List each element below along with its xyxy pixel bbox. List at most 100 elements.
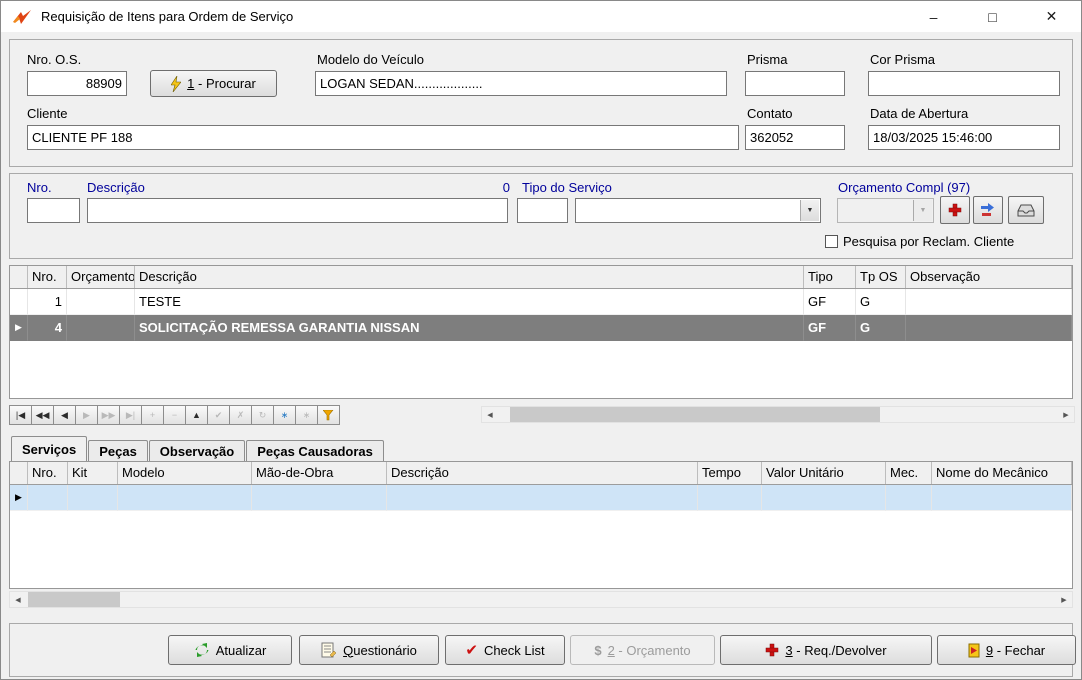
refresh-icon	[195, 643, 209, 657]
items-grid-hscrollbar[interactable]: ◀ ▶	[481, 406, 1075, 423]
nav-post-button[interactable]: ✔	[207, 405, 230, 425]
column-header-tempo: Tempo	[698, 462, 762, 484]
req-devolver-button[interactable]: 3 - Req./Devolver	[720, 635, 932, 665]
column-header-tipo: Tipo	[804, 266, 856, 288]
column-header-observacao: Observação	[906, 266, 1072, 288]
nav-bookmark-set-button[interactable]: ∗	[273, 405, 296, 425]
table-row[interactable]: ▶	[10, 485, 1072, 511]
contato-input[interactable]	[745, 125, 845, 150]
scroll-right-icon[interactable]: ▶	[1056, 592, 1072, 607]
pesquisa-reclam-checkbox[interactable]: Pesquisa por Reclam. Cliente	[825, 234, 1014, 249]
cell-tpos: G	[856, 289, 906, 315]
tab-observacao[interactable]: Observação	[148, 440, 246, 461]
orcamento-button[interactable]: $ 2 - Orçamento	[570, 635, 715, 665]
items-grid-header: Nro. Orçamento Descrição Tipo Tp OS Obse…	[10, 266, 1072, 289]
nav-insert-button[interactable]: +	[141, 405, 164, 425]
column-header-mec: Mec.	[886, 462, 932, 484]
column-header-kit: Kit	[68, 462, 118, 484]
nav-delete-button[interactable]: −	[163, 405, 186, 425]
prisma-input[interactable]	[745, 71, 845, 96]
item-descricao-label: Descrição	[87, 180, 145, 195]
red-cross-icon	[948, 203, 962, 217]
title-bar: Requisição de Itens para Ordem de Serviç…	[1, 1, 1081, 32]
footer-panel: Atualizar Questionário ✔ Check List $ 2 …	[9, 623, 1076, 677]
scrollbar-thumb[interactable]	[510, 407, 880, 422]
fechar-button[interactable]: 9 - Fechar	[937, 635, 1076, 665]
orcamento-compl-select[interactable]: ▼	[837, 198, 934, 223]
minimize-button[interactable]: –	[904, 1, 963, 32]
tab-pecas[interactable]: Peças	[88, 440, 148, 461]
services-grid-hscrollbar[interactable]: ◀ ▶	[9, 591, 1073, 608]
exit-icon	[968, 643, 980, 657]
tipo-servico-code-input[interactable]	[517, 198, 568, 223]
scrollbar-track[interactable]	[26, 592, 1056, 607]
modelo-input[interactable]	[315, 71, 727, 96]
inbox-icon	[1017, 204, 1035, 216]
os-number-input[interactable]	[27, 71, 127, 96]
tipo-servico-select[interactable]: ▼	[575, 198, 821, 223]
add-button[interactable]	[940, 196, 970, 224]
filter-icon	[323, 409, 334, 420]
scroll-left-icon[interactable]: ◀	[10, 592, 26, 607]
nav-prior-page-button[interactable]: ◀◀	[31, 405, 54, 425]
table-row[interactable]: 1 TESTE GF G	[10, 289, 1072, 315]
check-icon: ✔	[465, 642, 478, 659]
atualizar-button[interactable]: Atualizar	[168, 635, 292, 665]
tab-pecas-causadoras[interactable]: Peças Causadoras	[246, 440, 384, 461]
close-button[interactable]: ✕	[1022, 1, 1081, 32]
red-cross-icon	[766, 643, 779, 657]
nav-prior-button[interactable]: ◀	[53, 405, 76, 425]
maximize-button[interactable]: □	[963, 1, 1022, 32]
nav-bookmark-goto-button[interactable]: ∗	[295, 405, 318, 425]
dollar-icon: $	[594, 642, 602, 658]
table-row-selected[interactable]: ▶ 4 SOLICITAÇÃO REMESSA GARANTIA NISSAN …	[10, 315, 1072, 341]
cell-descricao: SOLICITAÇÃO REMESSA GARANTIA NISSAN	[135, 315, 804, 341]
item-entry-panel: Nro. Descrição 0 Tipo do Serviço Orçamen…	[9, 173, 1073, 259]
pesquisa-reclam-label: Pesquisa por Reclam. Cliente	[843, 234, 1015, 249]
transfer-button[interactable]	[973, 196, 1003, 224]
procurar-button[interactable]: 1 - Procurar	[150, 70, 277, 97]
nav-last-button[interactable]: ▶|	[119, 405, 142, 425]
window-controls: – □ ✕	[904, 1, 1081, 32]
nav-next-page-button[interactable]: ▶▶	[97, 405, 120, 425]
item-nro-input[interactable]	[27, 198, 80, 223]
cliente-input[interactable]	[27, 125, 739, 150]
nav-edit-button[interactable]: ▲	[185, 405, 208, 425]
nav-filter-button[interactable]	[317, 405, 340, 425]
cell-observacao	[906, 289, 1072, 315]
scroll-right-icon[interactable]: ▶	[1058, 407, 1074, 422]
nav-cancel-button[interactable]: ✗	[229, 405, 252, 425]
contato-label: Contato	[747, 106, 793, 121]
current-record-icon: ▶	[15, 492, 22, 502]
checklist-label: Check List	[483, 642, 545, 658]
data-abertura-label: Data de Abertura	[870, 106, 969, 121]
cell-tpos: G	[856, 315, 906, 341]
column-header-nro: Nro.	[28, 462, 68, 484]
column-header-nro: Nro.	[28, 266, 67, 288]
data-abertura-input[interactable]	[868, 125, 1060, 150]
scrollbar-track[interactable]	[498, 407, 1058, 422]
chevron-down-icon: ▼	[913, 200, 932, 221]
cor-prisma-input[interactable]	[868, 71, 1060, 96]
nav-refresh-button[interactable]: ↻	[251, 405, 274, 425]
prisma-label: Prisma	[747, 52, 788, 67]
tab-servicos[interactable]: Serviços	[11, 436, 88, 461]
scrollbar-thumb[interactable]	[28, 592, 120, 607]
orcamento-label: 2 - Orçamento	[607, 642, 691, 658]
services-grid: Nro. Kit Modelo Mão-de-Obra Descrição Te…	[9, 461, 1073, 589]
nav-first-button[interactable]: |◀	[9, 405, 32, 425]
nav-next-button[interactable]: ▶	[75, 405, 98, 425]
questionario-button[interactable]: Questionário	[299, 635, 439, 665]
questionnaire-icon	[321, 642, 337, 658]
tipo-servico-label: Tipo do Serviço	[522, 180, 612, 195]
tray-button[interactable]	[1008, 196, 1044, 224]
cell-tipo: GF	[804, 315, 856, 341]
column-header-nome-mecanico: Nome do Mecânico	[932, 462, 1072, 484]
record-navigator: |◀ ◀◀ ◀ ▶ ▶▶ ▶| + − ▲ ✔ ✗ ↻ ∗ ∗	[9, 405, 340, 425]
modelo-label: Modelo do Veículo	[317, 52, 424, 67]
scroll-left-icon[interactable]: ◀	[482, 407, 498, 422]
item-descricao-input[interactable]	[87, 198, 508, 223]
tipo-servico-count-label: 0	[502, 180, 510, 195]
checklist-button[interactable]: ✔ Check List	[445, 635, 565, 665]
chevron-down-icon: ▼	[800, 200, 819, 221]
